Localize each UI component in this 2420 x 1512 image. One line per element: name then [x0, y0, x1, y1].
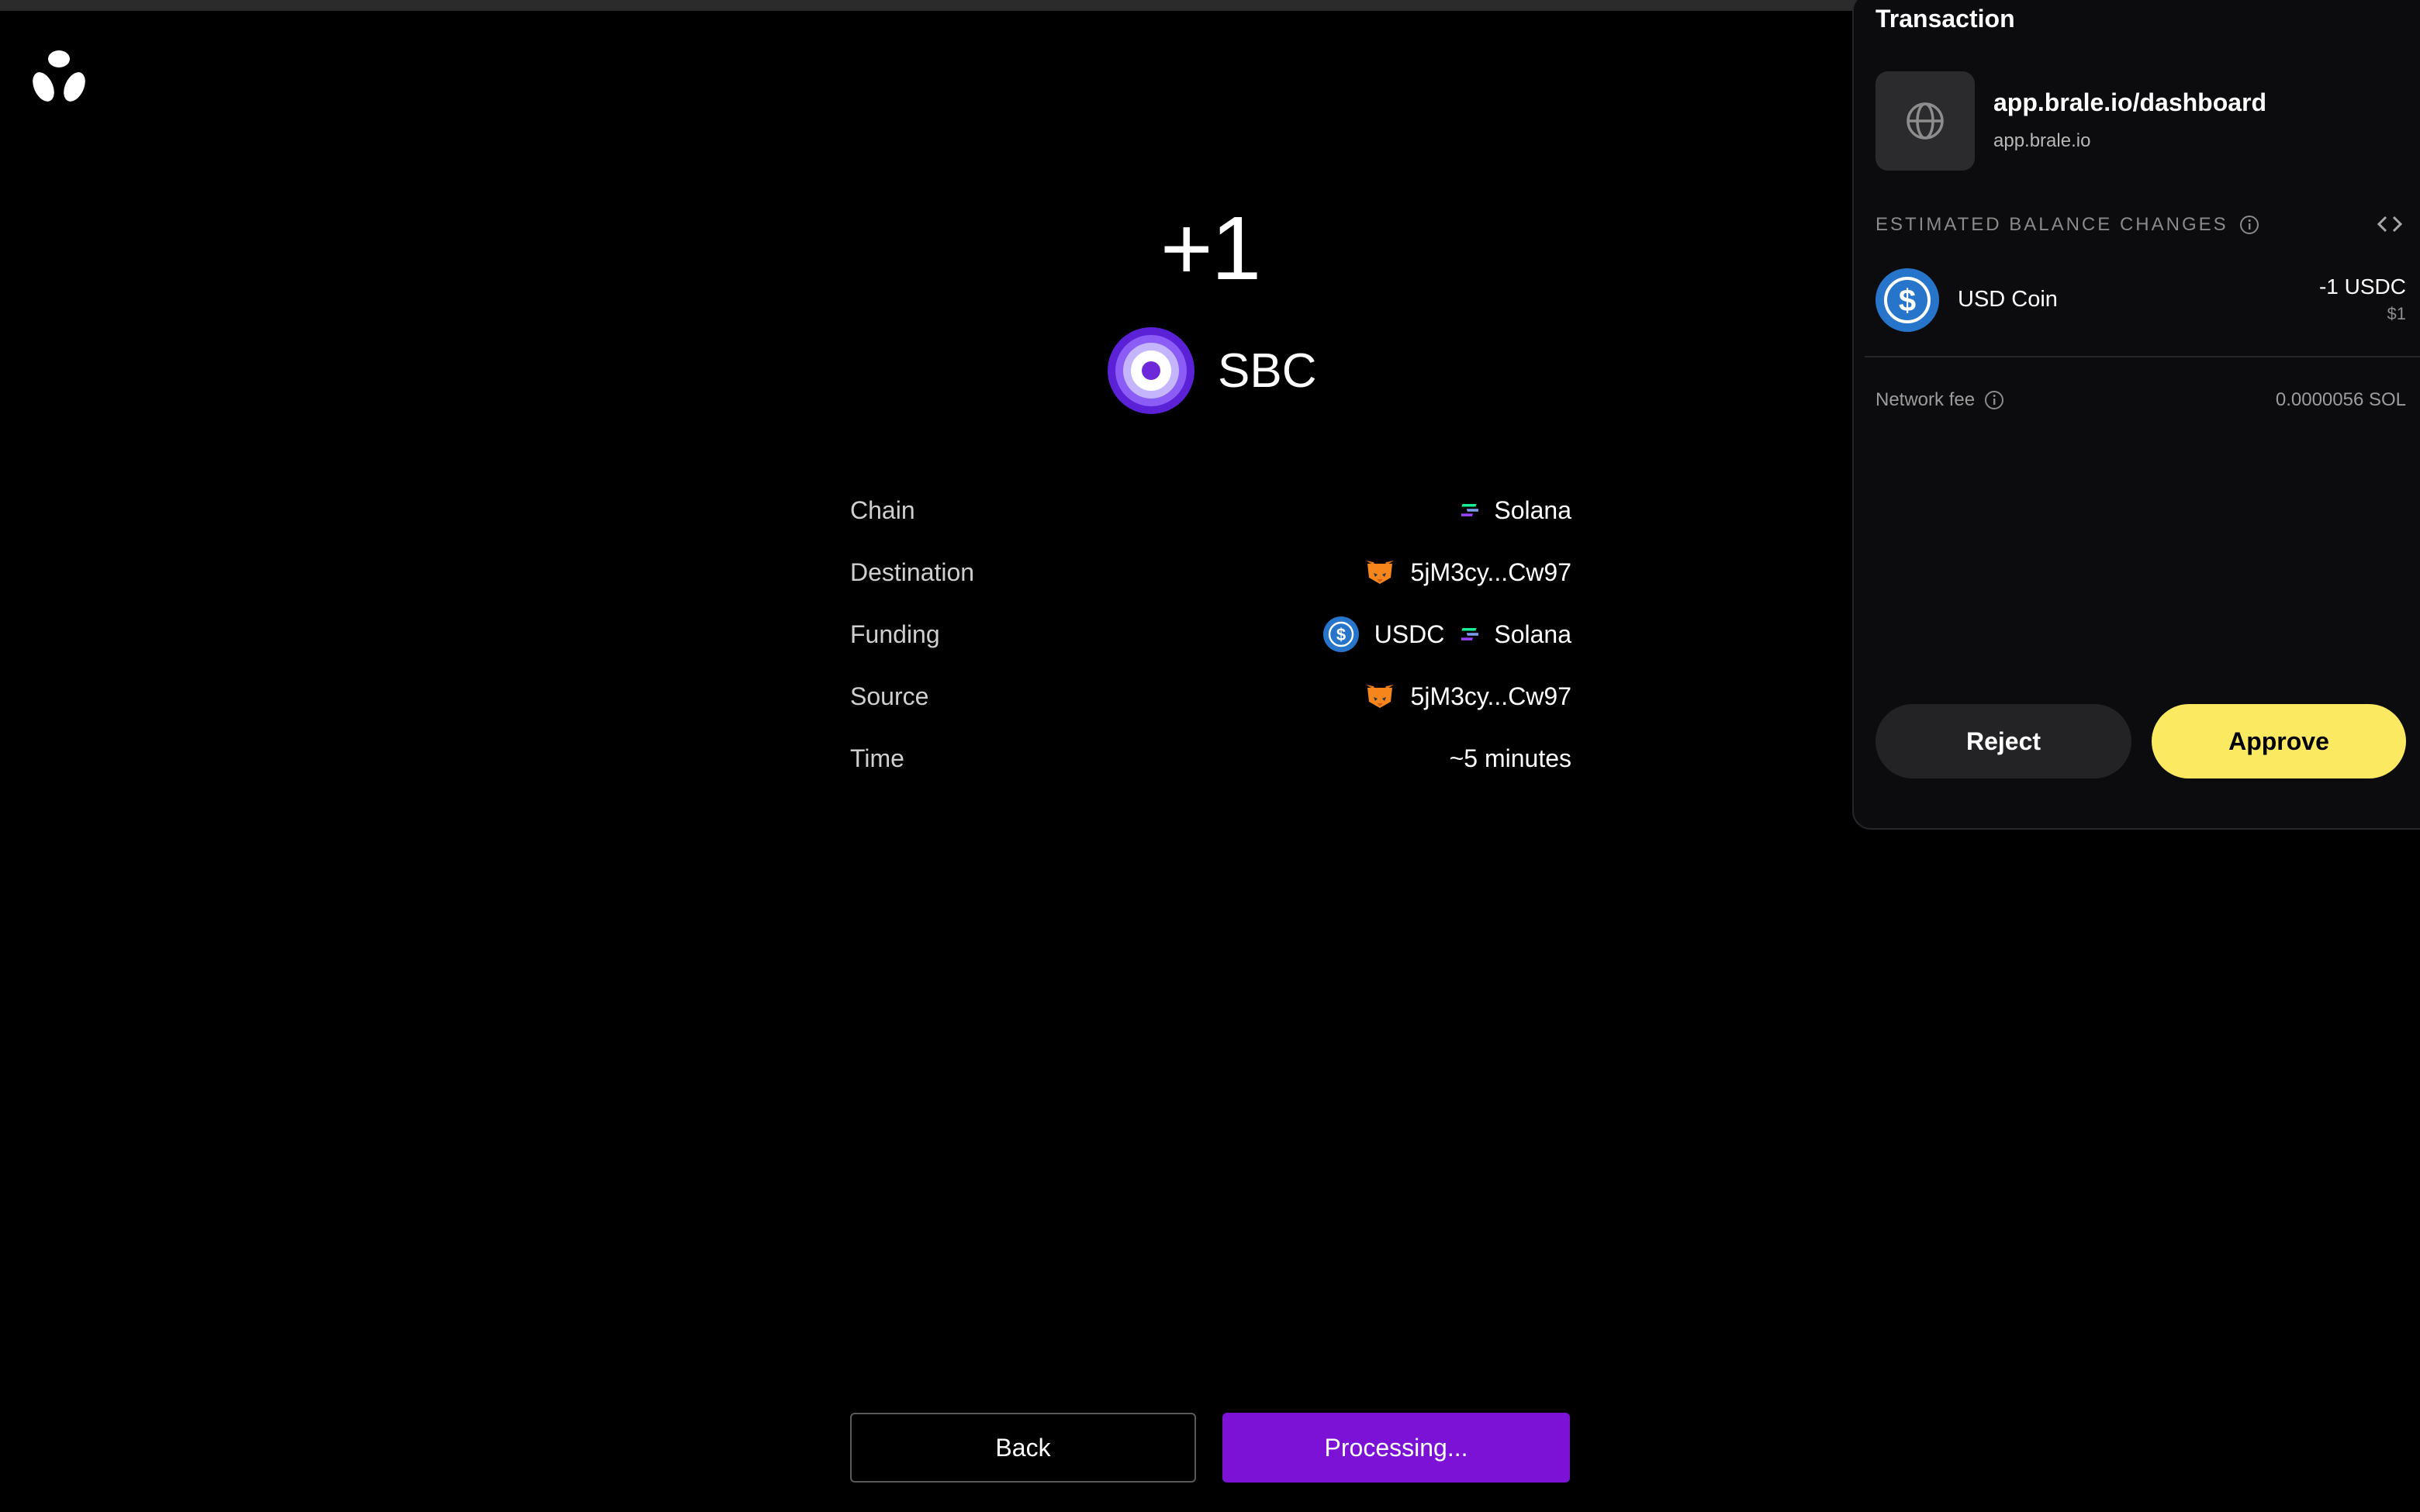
balance-change-usd: $1: [2387, 304, 2406, 323]
source-address: 5jM3cy...Cw97: [1410, 682, 1571, 710]
network-fee-label: Network fee: [1876, 389, 1976, 410]
metamask-fox-icon: [1364, 683, 1395, 709]
funding-label: Funding: [850, 620, 940, 648]
source-value[interactable]: 5jM3cy...Cw97: [1364, 682, 1571, 711]
estimated-balance-heading: ESTIMATED BALANCE CHANGES: [1876, 214, 2259, 236]
svg-text:$: $: [1899, 284, 1916, 318]
divider: [1865, 356, 2420, 357]
app-logo-icon[interactable]: [29, 48, 88, 104]
site-name: app.brale.io/dashboard: [1993, 88, 2267, 116]
solana-icon: [1461, 627, 1479, 641]
back-button[interactable]: Back: [850, 1413, 1196, 1483]
panel-title: Transaction: [1876, 5, 2015, 33]
destination-address: 5jM3cy...Cw97: [1410, 558, 1571, 586]
reject-button[interactable]: Reject: [1876, 704, 2131, 778]
svg-text:$: $: [1336, 625, 1346, 644]
chain-label: Chain: [850, 495, 915, 524]
processing-button[interactable]: Processing...: [1222, 1413, 1570, 1483]
site-favicon: [1876, 71, 1975, 171]
detail-row-chain: Chain Solana: [850, 479, 1571, 541]
usdc-icon: $: [1322, 616, 1359, 652]
usdc-coin-icon: $: [1876, 268, 1939, 332]
estimated-balance-label: ESTIMATED BALANCE CHANGES: [1876, 214, 2228, 235]
solana-icon: [1461, 503, 1479, 517]
detail-row-destination: Destination 5jM3cy...Cw97: [850, 541, 1571, 603]
info-icon[interactable]: [2239, 215, 2259, 235]
detail-row-time: Time ~5 minutes: [850, 727, 1571, 789]
funding-value: $ USDC Solana: [1322, 616, 1571, 652]
detail-row-source: Source 5jM3cy...Cw97: [850, 665, 1571, 727]
sbc-token-icon: [1108, 327, 1194, 414]
info-icon[interactable]: [1984, 390, 2004, 410]
code-view-icon[interactable]: [2375, 212, 2404, 236]
time-label: Time: [850, 744, 904, 772]
approve-button[interactable]: Approve: [2152, 704, 2406, 778]
site-host: app.brale.io: [1993, 130, 2091, 151]
source-label: Source: [850, 682, 929, 710]
destination-value[interactable]: 5jM3cy...Cw97: [1364, 558, 1571, 587]
network-fee-value: 0.0000056 SOL: [2275, 389, 2406, 410]
balance-change-amount: -1 USDC: [2318, 274, 2406, 299]
globe-icon: [1907, 102, 1944, 140]
transfer-details: Chain Solana Destination 5jM3cy...Cw97 F…: [850, 479, 1571, 789]
destination-label: Destination: [850, 558, 975, 586]
metamask-fox-icon: [1364, 559, 1395, 585]
funding-token: USDC: [1374, 620, 1445, 648]
time-value: ~5 minutes: [1449, 744, 1571, 772]
token-symbol: SBC: [1218, 343, 1317, 398]
network-fee-heading: Network fee: [1876, 389, 2004, 411]
chain-value: Solana: [1461, 496, 1571, 525]
receive-amount: +1: [1160, 198, 1261, 299]
funding-chain: Solana: [1494, 620, 1571, 648]
balance-token-name: USD Coin: [1958, 287, 2058, 312]
detail-row-funding: Funding $ USDC Solana: [850, 603, 1571, 665]
token-display: SBC: [1108, 326, 1316, 416]
top-bar: [0, 0, 1862, 11]
chain-name: Solana: [1494, 495, 1571, 524]
